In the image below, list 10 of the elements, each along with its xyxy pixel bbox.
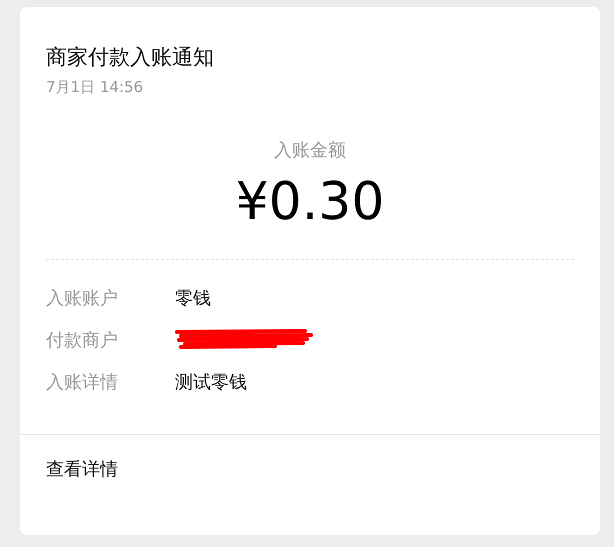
row-value: 零钱 (175, 287, 211, 310)
notification-date: 7月1日 14:56 (46, 77, 144, 97)
view-details-link[interactable]: 查看详情 (46, 459, 118, 480)
amount-label: 入账金额 (273, 139, 347, 163)
row-value: 测试零钱 (175, 371, 247, 394)
amount-value: ¥0.30 (234, 171, 386, 233)
row-label: 付款商户 (46, 329, 119, 352)
row-label: 入账账户 (46, 287, 119, 310)
row-label: 入账详情 (46, 371, 119, 394)
notification-title: 商家付款入账通知 (46, 44, 215, 71)
